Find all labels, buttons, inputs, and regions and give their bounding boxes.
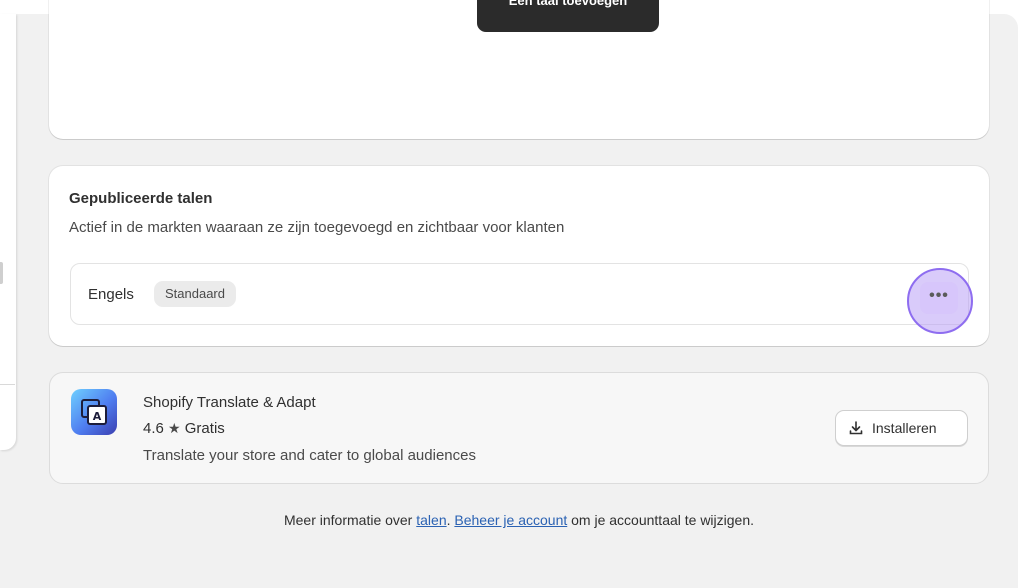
footer-prefix: Meer informatie over (283, 512, 417, 528)
published-languages-card: Gepubliceerde talen Actief in de markten… (49, 166, 989, 346)
app-description: Translate your store and cater to global… (143, 447, 476, 464)
add-language-label: Een taal toevoegen (508, 0, 628, 8)
install-button[interactable]: Installeren (835, 410, 968, 446)
download-icon (849, 421, 863, 435)
app-rating: 4.6 (143, 420, 164, 437)
more-actions-button[interactable]: ••• (920, 282, 958, 314)
languages-link[interactable]: talen (416, 512, 446, 528)
published-languages-title: Gepubliceerde talen (69, 190, 213, 207)
more-horizontal-icon: ••• (929, 287, 949, 304)
add-language-button[interactable]: Een taal toevoegen (477, 0, 659, 32)
language-name: Engels (88, 286, 134, 303)
app-price: Gratis (184, 420, 225, 437)
app-name: Shopify Translate & Adapt (143, 394, 316, 411)
manage-account-link[interactable]: Beheer je account (454, 512, 567, 528)
app-rating-row: 4.6 ★ Gratis (143, 420, 225, 437)
language-row[interactable]: Engels Standaard (70, 263, 969, 325)
published-languages-subtitle: Actief in de markten waaraan ze zijn toe… (69, 219, 565, 236)
default-badge: Standaard (154, 281, 236, 307)
svg-text:A: A (93, 410, 102, 423)
install-label: Installeren (872, 420, 937, 436)
side-panel (0, 14, 16, 450)
side-panel-divider (0, 384, 15, 385)
side-panel-handle (0, 262, 3, 284)
footer-suffix: om je accounttaal te wijzigen. (567, 512, 755, 528)
star-icon: ★ (168, 420, 181, 436)
footer-help-text: Meer informatie over talen. Beheer je ac… (0, 512, 1024, 528)
app-recommendation-card: A Shopify Translate & Adapt 4.6 ★ Gratis… (49, 372, 989, 484)
add-language-card: Een taal toevoegen (49, 0, 989, 139)
translate-app-icon: A (71, 389, 117, 435)
